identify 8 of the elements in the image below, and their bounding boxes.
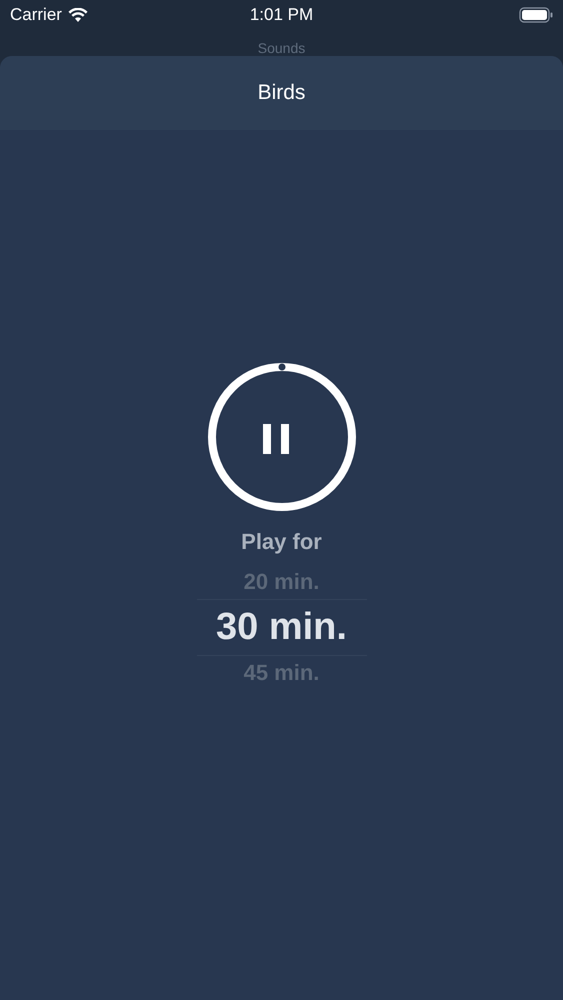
carrier-name: Carrier <box>10 5 62 25</box>
duration-option[interactable]: 30 min. <box>196 599 366 656</box>
background-title: Sounds <box>258 40 306 56</box>
wifi-icon <box>68 8 88 22</box>
play-for-label: Play for <box>241 529 322 555</box>
battery-icon <box>519 7 553 23</box>
status-time: 1:01 PM <box>250 5 314 25</box>
sheet-title: Birds <box>258 81 306 105</box>
